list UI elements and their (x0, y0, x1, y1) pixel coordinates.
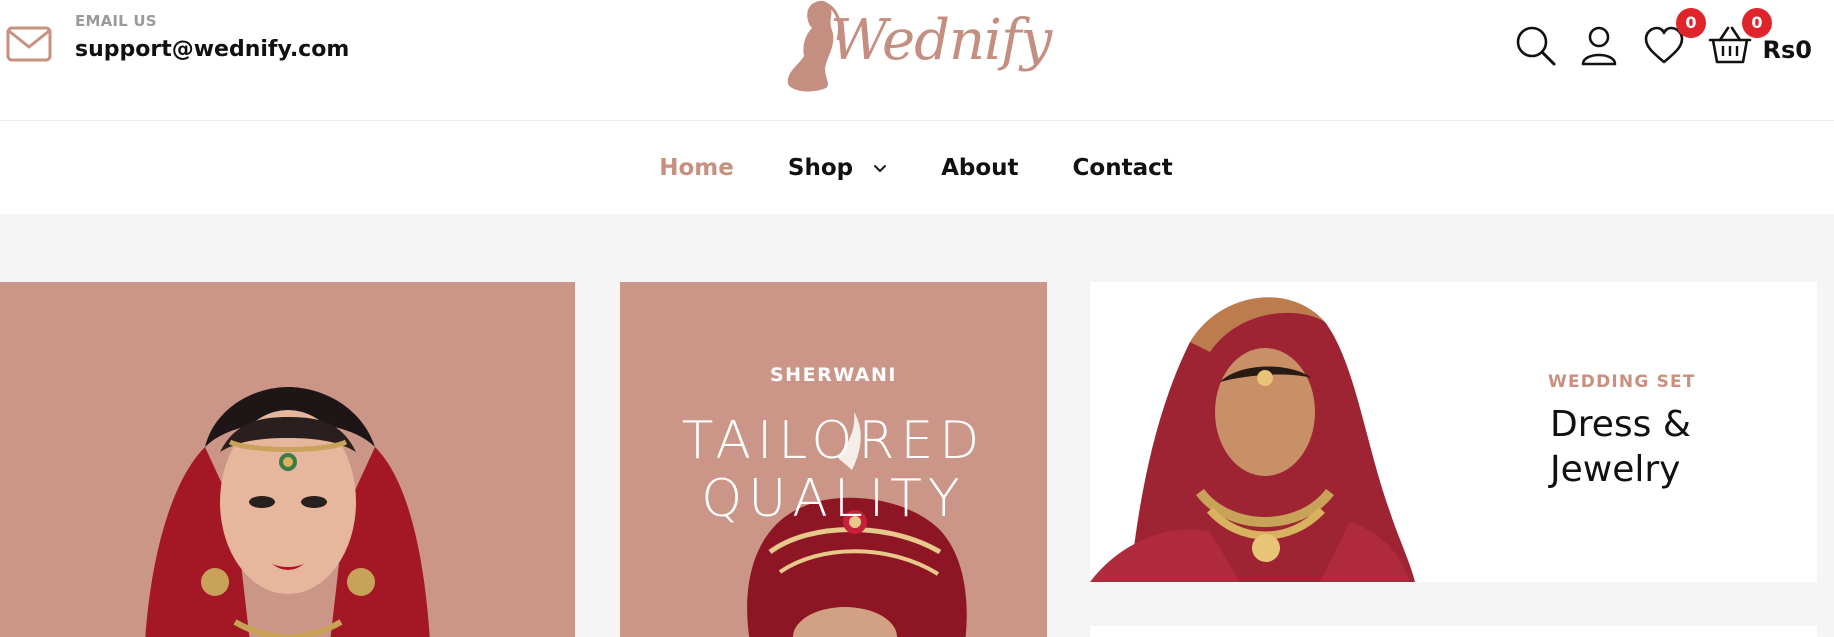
chevron-down-icon (874, 165, 887, 173)
top-header: EMAIL US support@wednify.com Wednify 0 0… (0, 0, 1834, 121)
nav-list: Home Shop About Contact (659, 155, 1172, 181)
search-icon[interactable] (1514, 24, 1558, 68)
banner-section: SHERWANI TAILORED QUALITY WEDDING SET Dr… (0, 214, 1834, 637)
email-text: EMAIL US support@wednify.com (75, 10, 349, 65)
sherwani-title-line1: TAILORED (681, 411, 986, 471)
wishlist-count-badge: 0 (1676, 8, 1706, 38)
nav-about[interactable]: About (941, 155, 1018, 181)
sherwani-title: TAILORED QUALITY (620, 412, 1047, 528)
site-logo[interactable]: Wednify (782, 0, 1052, 96)
wedding-set-title-line1: Dress & (1550, 404, 1691, 445)
nav-home[interactable]: Home (659, 155, 734, 181)
bride-portrait-image (145, 387, 430, 637)
cart-count-badge: 0 (1742, 8, 1772, 38)
user-icon[interactable] (1578, 24, 1622, 68)
mail-icon (6, 24, 52, 64)
sherwani-banner[interactable]: SHERWANI TAILORED QUALITY (620, 282, 1047, 637)
email-label: EMAIL US (75, 12, 157, 30)
wedding-set-banner[interactable]: WEDDING SET Dress & Jewelry (1090, 282, 1817, 582)
wedding-set-title-line2: Jewelry (1550, 449, 1681, 490)
wedding-set-label: WEDDING SET (1548, 372, 1696, 392)
email-contact[interactable]: EMAIL US support@wednify.com (6, 10, 349, 65)
header-actions: 0 0 Rs0 (1504, 8, 1834, 78)
secondary-banner[interactable] (1090, 626, 1817, 637)
email-address[interactable]: support@wednify.com (75, 35, 349, 65)
bride-jewelry-image (1090, 297, 1415, 582)
page: EMAIL US support@wednify.com Wednify 0 0… (0, 0, 1834, 637)
wedding-set-title: Dress & Jewelry (1550, 402, 1750, 492)
nav-contact[interactable]: Contact (1073, 155, 1173, 181)
cart-total[interactable]: Rs0 (1763, 36, 1812, 64)
logo-text: Wednify (830, 8, 1052, 73)
sherwani-label: SHERWANI (770, 364, 897, 386)
nav-shop[interactable]: Shop (788, 155, 887, 181)
nav-shop-label: Shop (787, 155, 854, 181)
main-nav: Home Shop About Contact (0, 122, 1834, 214)
bride-banner[interactable] (0, 282, 575, 637)
sherwani-title-line2: QUALITY (701, 469, 966, 529)
